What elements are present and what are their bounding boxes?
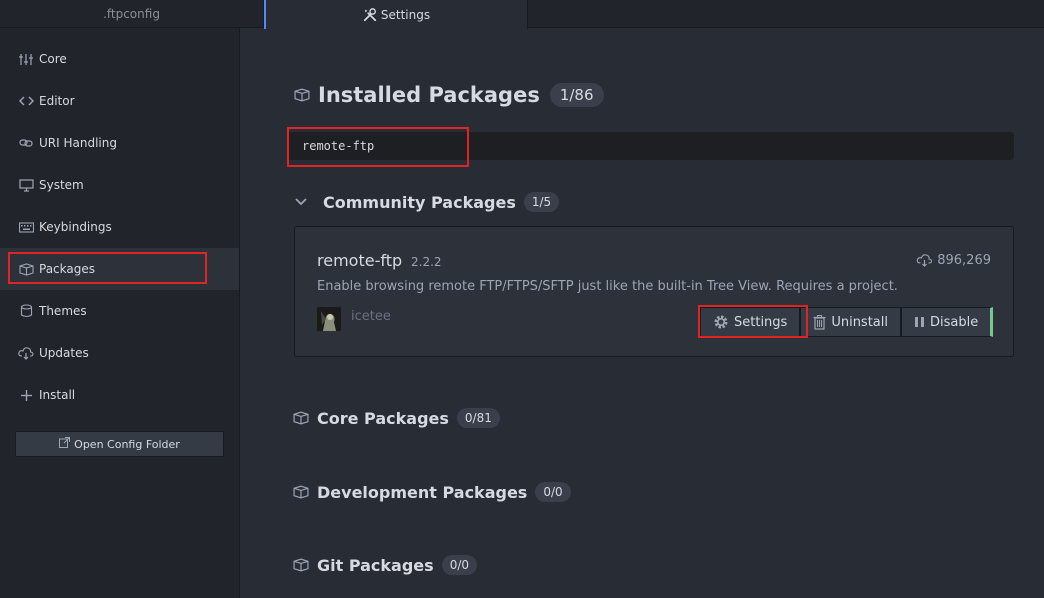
core-title: Core Packages <box>317 408 449 428</box>
uninstall-label: Uninstall <box>831 314 888 330</box>
tab-ftpconfig[interactable]: .ftpconfig <box>0 0 264 28</box>
package-card[interactable]: remote-ftp 2.2.2 896,269 Enable browsing… <box>294 226 1014 357</box>
sidebar-item-updates[interactable]: Updates <box>0 332 239 374</box>
package-icon <box>293 411 309 425</box>
package-disable-button[interactable]: Disable <box>901 307 994 337</box>
core-count-badge: 0/81 <box>456 408 500 428</box>
sidebar-item-label: System <box>39 178 84 192</box>
sidebar-item-label: Core <box>39 52 67 66</box>
sidebar-item-label: Themes <box>39 304 87 318</box>
package-name[interactable]: remote-ftp <box>317 251 402 270</box>
git-count-badge: 0/0 <box>441 555 477 575</box>
link-icon <box>18 136 34 150</box>
download-count: 896,269 <box>916 253 991 268</box>
package-author[interactable]: icetee <box>351 309 391 324</box>
community-count-badge: 1/5 <box>523 192 560 212</box>
highlight-search <box>287 127 469 167</box>
sidebar-item-core[interactable]: Core <box>0 38 239 80</box>
package-version: 2.2.2 <box>411 255 442 269</box>
chevron-down-icon <box>295 198 307 206</box>
package-description: Enable browsing remote FTP/FTPS/SFTP jus… <box>317 279 898 294</box>
community-packages-heading[interactable]: Community Packages 1/5 <box>295 192 560 212</box>
sidebar-item-uri-handling[interactable]: URI Handling <box>0 122 239 164</box>
git-title: Git Packages <box>317 555 434 575</box>
development-packages-heading: Development Packages 0/0 <box>293 482 571 502</box>
sidebar-item-label: URI Handling <box>39 136 117 150</box>
development-title: Development Packages <box>317 482 528 502</box>
keyboard-icon <box>18 220 34 234</box>
core-packages-heading: Core Packages 0/81 <box>293 408 500 428</box>
package-icon <box>294 88 310 102</box>
paintcan-icon <box>18 304 34 318</box>
tools-icon <box>363 7 377 21</box>
open-config-folder-button[interactable]: Open Config Folder <box>15 431 224 457</box>
monitor-icon <box>18 178 34 192</box>
tab-label: Settings <box>380 7 431 22</box>
package-icon <box>293 485 309 499</box>
download-count-value: 896,269 <box>937 253 991 268</box>
plus-icon <box>18 388 34 402</box>
sidebar-item-install[interactable]: Install <box>0 374 239 416</box>
sidebar-item-label: Editor <box>39 94 75 108</box>
installed-packages-heading: Installed Packages 1/86 <box>294 83 604 107</box>
trashcan-icon <box>813 314 826 330</box>
sidebar-item-system[interactable]: System <box>0 164 239 206</box>
sidebar-item-keybindings[interactable]: Keybindings <box>0 206 239 248</box>
highlight-packages <box>8 252 207 284</box>
settings-sidebar: Core Editor URI Handling System Keybindi… <box>0 28 240 598</box>
sliders-icon <box>18 52 34 66</box>
sidebar-item-label: Keybindings <box>39 220 112 234</box>
code-icon <box>18 94 34 108</box>
page-title: Installed Packages <box>318 83 540 107</box>
tab-label: .ftpconfig <box>103 7 160 21</box>
development-count-badge: 0/0 <box>535 482 571 502</box>
installed-count-badge: 1/86 <box>549 83 604 107</box>
package-icon <box>293 558 309 572</box>
highlight-settings-button <box>698 305 808 338</box>
link-external-icon <box>59 437 71 451</box>
sidebar-item-themes[interactable]: Themes <box>0 290 239 332</box>
sidebar-item-label: Install <box>39 388 76 402</box>
cloud-download-icon <box>18 346 34 360</box>
packages-panel: Installed Packages 1/86 Community Packag… <box>240 28 1044 598</box>
disable-label: Disable <box>930 314 979 330</box>
open-config-label: Open Config Folder <box>74 437 180 451</box>
community-title: Community Packages <box>323 192 516 212</box>
package-uninstall-button[interactable]: Uninstall <box>800 307 901 337</box>
sidebar-item-label: Updates <box>39 346 89 360</box>
author-avatar[interactable] <box>317 307 341 331</box>
cloud-download-icon <box>916 254 933 267</box>
sidebar-item-editor[interactable]: Editor <box>0 80 239 122</box>
pause-icon <box>914 316 925 328</box>
tab-bar: .ftpconfig Settings <box>0 0 1044 29</box>
tab-settings[interactable]: Settings <box>264 0 528 29</box>
git-packages-heading: Git Packages 0/0 <box>293 555 477 575</box>
